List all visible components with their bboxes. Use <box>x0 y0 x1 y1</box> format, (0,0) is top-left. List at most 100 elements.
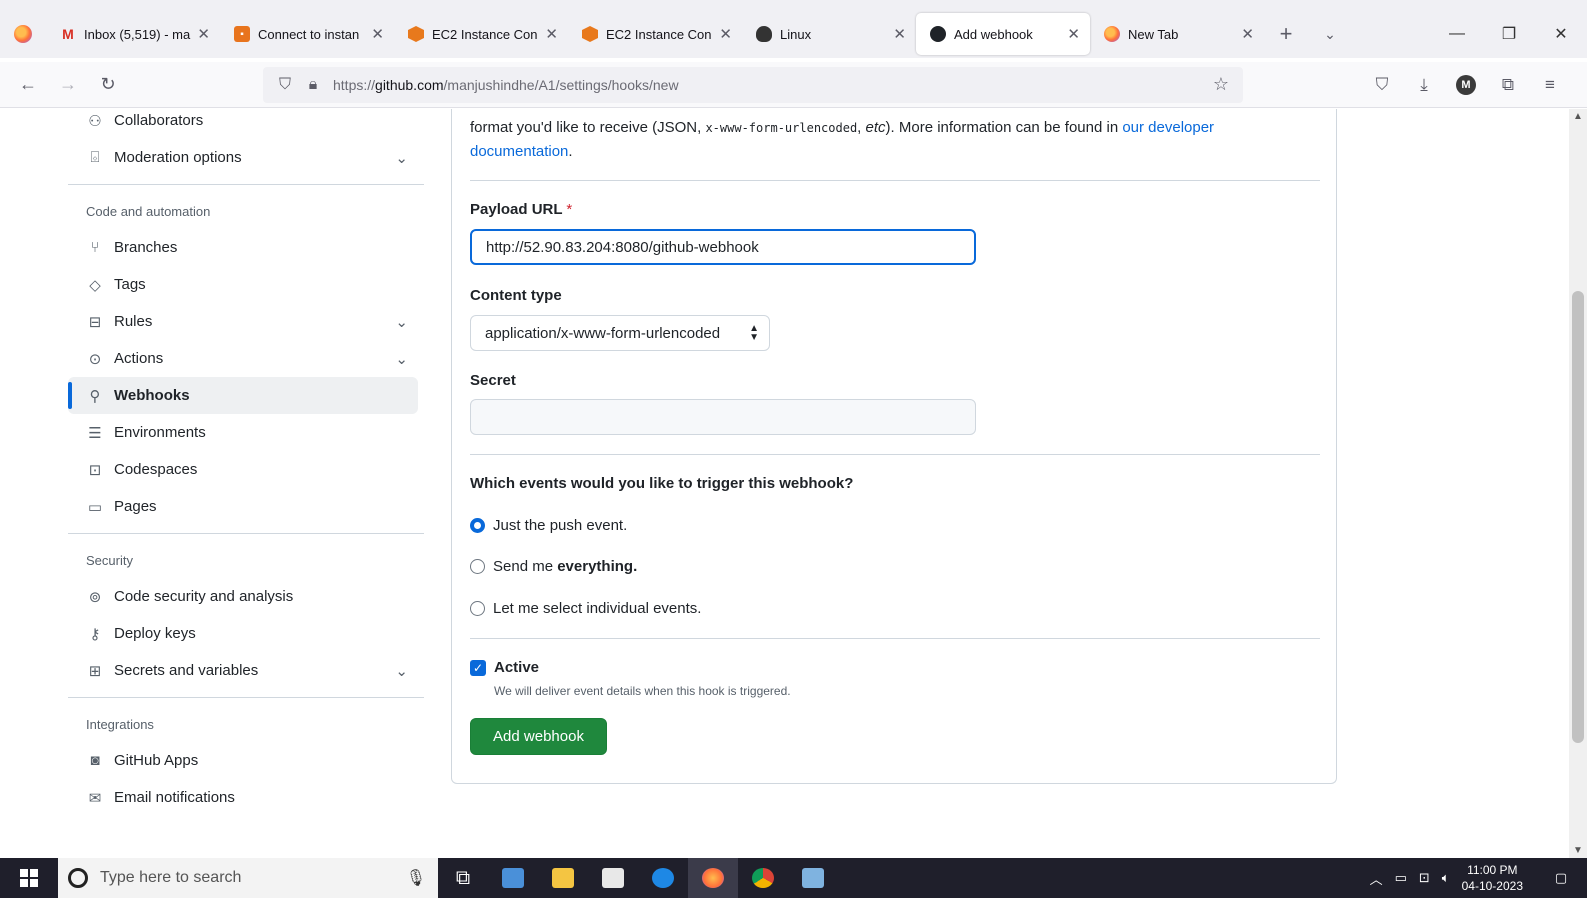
sidebar-item-label: Webhooks <box>114 387 190 404</box>
bookmark-star-icon[interactable]: ☆ <box>1213 74 1229 95</box>
chevron-down-icon: ⌄ <box>395 150 408 167</box>
start-button[interactable] <box>0 858 58 898</box>
notifications-icon[interactable]: ▢ <box>1541 858 1581 898</box>
gmail-icon: M <box>62 26 74 42</box>
sidebar-item-pages[interactable]: ▭ Pages <box>68 488 430 525</box>
store-icon[interactable] <box>588 858 638 898</box>
battery-icon[interactable]: ▭ <box>1395 870 1407 886</box>
sidebar-item-email-notifications[interactable]: ✉ Email notifications <box>68 779 430 816</box>
forward-button[interactable]: → <box>48 69 88 101</box>
page-scrollbar[interactable]: ▲ ▼ <box>1569 109 1587 858</box>
sidebar-item-rules[interactable]: ⊟ Rules ⌄ <box>68 303 430 340</box>
key-asterisk-icon: ⊞ <box>88 662 102 680</box>
event-option-select[interactable]: Let me select individual events. <box>470 600 701 617</box>
git-branch-icon: ⑂ <box>90 239 100 256</box>
sidebar-item-moderation-options[interactable]: ⌺ Moderation options ⌄ <box>68 139 430 176</box>
downloads-icon[interactable]: ⤓ <box>1405 69 1443 101</box>
sidebar-item-collaborators[interactable]: ⚇ Collaborators <box>68 109 430 139</box>
checkbox-checked-icon[interactable]: ✓ <box>470 659 486 676</box>
inline-code: x-www-form-urlencoded <box>705 121 858 135</box>
active-checkbox-row[interactable]: ✓ Active <box>470 659 539 676</box>
back-button[interactable]: ← <box>8 69 48 101</box>
content-type-select[interactable]: application/x-www-form-urlencoded ▲ ▼ <box>470 315 770 351</box>
task-view-icon[interactable]: ⧉ <box>438 858 488 898</box>
tab-title: Inbox (5,519) - ma <box>84 26 191 42</box>
close-icon[interactable]: ✕ <box>719 25 732 43</box>
scrollbar-thumb[interactable] <box>1572 291 1584 743</box>
people-app-icon[interactable] <box>488 858 538 898</box>
close-window-button[interactable]: ✕ <box>1535 10 1587 58</box>
account-avatar[interactable]: M <box>1456 75 1476 95</box>
url-text[interactable]: https://github.com/manjushindhe/A1/setti… <box>333 77 679 93</box>
sidebar-item-environments[interactable]: ☰ Environments <box>68 414 430 451</box>
tab-gmail[interactable]: M Inbox (5,519) - ma ✕ <box>46 14 220 54</box>
event-option-label: Let me select individual events. <box>493 600 702 617</box>
scroll-down-icon[interactable]: ▼ <box>1573 845 1583 856</box>
extensions-icon[interactable]: ⧉ <box>1489 69 1527 101</box>
scroll-up-icon[interactable]: ▲ <box>1573 111 1583 122</box>
tab-connect[interactable]: ▪ Connect to instan ✕ <box>220 14 394 54</box>
secret-input[interactable] <box>470 399 976 435</box>
tag-icon: ◇ <box>89 276 101 294</box>
codescan-icon: ⊚ <box>88 588 102 606</box>
close-icon[interactable]: ✕ <box>1067 25 1080 43</box>
add-webhook-button[interactable]: Add webhook <box>470 718 607 755</box>
restore-button[interactable]: ❐ <box>1483 10 1535 58</box>
radio-unchecked[interactable] <box>470 601 485 616</box>
intro-text: format you'd like to receive (JSON, x-ww… <box>470 119 1215 160</box>
reload-button[interactable]: ↻ <box>88 69 128 101</box>
tab-ec2-2[interactable]: EC2 Instance Con ✕ <box>568 14 742 54</box>
sidebar-item-secrets-variables[interactable]: ⊞ Secrets and variables ⌄ <box>68 652 430 689</box>
sidebar-item-label: Collaborators <box>114 112 204 129</box>
address-bar[interactable]: ⛉ 🔒︎ https://github.com/manjushindhe/A1/… <box>263 67 1243 103</box>
lock-icon[interactable]: 🔒︎ <box>299 76 327 94</box>
radio-checked[interactable] <box>470 518 485 533</box>
list-all-tabs-button[interactable]: ⌄ <box>1308 26 1352 43</box>
sidebar-item-deploy-keys[interactable]: ⚷ Deploy keys <box>68 615 430 652</box>
new-tab-button[interactable]: + <box>1264 21 1308 47</box>
system-tray: ︿ ▭ ⊡ 🔈︎ 11:00 PM 04-10-2023 ▢ <box>1364 858 1587 898</box>
edge-icon[interactable] <box>638 858 688 898</box>
firefox-icon <box>1104 26 1120 42</box>
tab-linux[interactable]: Linux ✕ <box>742 14 916 54</box>
menu-icon[interactable]: ≡ <box>1531 69 1569 101</box>
notepad-icon[interactable] <box>788 858 838 898</box>
firefox-taskbar-icon[interactable] <box>688 858 738 898</box>
chrome-icon[interactable] <box>738 858 788 898</box>
event-option-push[interactable]: Just the push event. <box>470 517 627 534</box>
sidebar-item-webhooks[interactable]: ⚲ Webhooks <box>68 377 418 414</box>
divider <box>470 454 1320 455</box>
sidebar-item-tags[interactable]: ◇ Tags <box>68 266 430 303</box>
event-option-everything[interactable]: Send me everything. <box>470 558 637 575</box>
sidebar-item-codespaces[interactable]: ⊡ Codespaces <box>68 451 430 488</box>
clock[interactable]: 11:00 PM 04-10-2023 <box>1462 862 1523 894</box>
tab-new-tab[interactable]: New Tab ✕ <box>1090 14 1264 54</box>
file-explorer-icon[interactable] <box>538 858 588 898</box>
close-icon[interactable]: ✕ <box>371 25 384 43</box>
sidebar-item-code-security[interactable]: ⊚ Code security and analysis <box>68 578 430 615</box>
close-icon[interactable]: ✕ <box>893 25 906 43</box>
payload-url-input[interactable] <box>470 229 976 265</box>
close-icon[interactable]: ✕ <box>545 25 558 43</box>
close-icon[interactable]: ✕ <box>197 25 210 43</box>
volume-icon[interactable]: 🔈︎ <box>1442 870 1450 886</box>
pocket-icon[interactable]: ⛉ <box>1363 69 1401 101</box>
firefox-view-button[interactable] <box>0 10 46 58</box>
sidebar-item-branches[interactable]: ⑂ Branches <box>68 229 430 266</box>
minimize-button[interactable]: — <box>1431 10 1483 58</box>
sidebar-item-label: GitHub Apps <box>114 752 199 769</box>
tracking-protection-icon[interactable]: ⛉ <box>271 76 299 94</box>
divider <box>68 184 424 185</box>
sidebar-item-actions[interactable]: ⊙ Actions ⌄ <box>68 340 430 377</box>
sidebar-item-label: Codespaces <box>114 461 198 478</box>
taskbar-search[interactable]: Type here to search 🎙︎ <box>58 858 438 898</box>
chevron-up-icon[interactable]: ︿ <box>1370 869 1383 888</box>
tab-ec2-1[interactable]: EC2 Instance Con ✕ <box>394 14 568 54</box>
sidebar-item-github-apps[interactable]: ◙ GitHub Apps <box>68 742 430 779</box>
microphone-icon[interactable]: 🎙︎ <box>406 868 426 888</box>
network-icon[interactable]: ⊡ <box>1419 870 1430 886</box>
radio-unchecked[interactable] <box>470 559 485 574</box>
tab-add-webhook[interactable]: Add webhook ✕ <box>916 13 1090 55</box>
close-icon[interactable]: ✕ <box>1241 25 1254 43</box>
sidebar-item-label: Rules <box>114 313 153 330</box>
